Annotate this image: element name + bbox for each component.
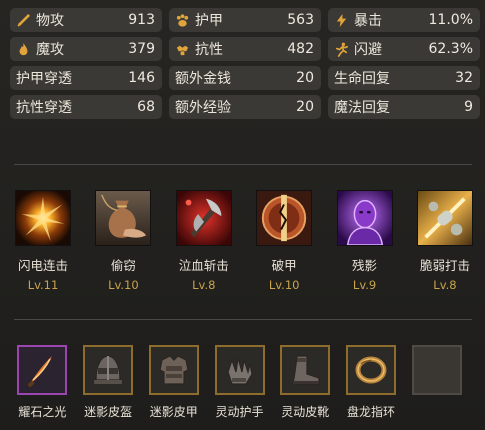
stat-mp-regen: 魔法回复 9 [328,95,480,119]
stat-label: 魔法回复 [334,100,390,116]
running-man-icon [335,42,348,57]
stat-value: 20 [296,99,314,115]
helmet-icon [94,355,123,384]
equipment-slot[interactable]: 灵动护手 [214,345,265,420]
ring-icon [355,356,387,384]
equipment-slot-empty[interactable] [411,345,462,420]
lightning-icon [336,13,347,27]
sword-icon [17,13,31,27]
equipment-slot[interactable]: 盘龙指环 [345,345,397,420]
stat-value: 146 [128,70,155,86]
stat-value: 913 [128,12,155,28]
skill-level: Lv.10 [108,278,139,292]
lightning-burst-icon [15,190,71,246]
paw-icon [176,13,189,27]
stat-value: 62.3% [428,41,473,57]
character-stats-panel: 物攻 913 护甲 563 暴击 11.0% 魔攻 379 抗性 482 闪避 … [0,0,485,430]
stat-label: 护甲 [195,13,223,29]
equipment-name: 灵动护手 [215,405,264,419]
skill-slot[interactable]: 脆弱打击 Lv.8 [416,190,474,292]
stat-label: 额外金钱 [175,71,231,87]
stat-value: 379 [128,41,155,57]
equipment-frame [17,345,68,395]
stat-armor-penetration: 护甲穿透 146 [10,66,162,90]
stat-physical-attack: 物攻 913 [10,8,162,32]
equipment-frame [148,345,199,395]
stat-resistance: 抗性 482 [169,37,321,61]
gauntlet-icon [226,357,253,385]
equipment-frame [280,345,331,395]
stat-label: 物攻 [36,13,64,29]
stat-magic-attack: 魔攻 379 [10,37,162,61]
glowing-blade-icon [27,356,53,388]
skill-slot[interactable]: 偷窃 Lv.10 [94,190,152,292]
shadow-figure-icon [336,190,393,246]
skill-level: Lv.10 [268,278,300,292]
skill-level: Lv.8 [192,278,216,292]
skill-name: 破甲 [271,258,297,273]
skill-name: 脆弱打击 [419,258,470,273]
stat-value: 68 [137,99,155,115]
equipment-name: 迷影皮甲 [149,405,198,419]
equipment-slot[interactable]: 迷影皮甲 [148,345,199,420]
equipment-name: 耀石之光 [18,405,67,419]
section-divider [14,319,472,320]
stat-value: 9 [464,99,473,115]
stat-label: 抗性穿透 [16,100,72,116]
stats-grid: 物攻 913 护甲 563 暴击 11.0% 魔攻 379 抗性 482 闪避 … [10,8,480,119]
stat-label: 生命回复 [334,71,390,87]
equipment-slot[interactable]: 耀石之光 [17,345,68,420]
skill-slot[interactable]: 残影 Lv.9 [336,190,394,292]
skill-name: 闪电连击 [17,258,68,273]
stat-extra-exp: 额外经验 20 [169,95,321,119]
equipment-row: 耀石之光 迷影皮盔 迷影皮甲 灵动护手 灵动皮靴 盘龙指环 [17,345,477,420]
equipment-frame [83,345,134,395]
empty-slot-icon [411,345,462,395]
leather-armor-icon [159,355,189,385]
skill-slot[interactable]: 闪电连击 Lv.11 [14,190,72,292]
stat-label: 闪避 [354,42,382,58]
stat-extra-gold: 额外金钱 20 [169,66,321,90]
boot-icon [292,355,320,385]
stat-label: 护甲穿透 [16,71,72,87]
skill-level: Lv.9 [352,278,377,292]
skill-name: 偷窃 [110,258,136,273]
stat-value: 32 [455,70,473,86]
bloody-axe-icon [175,190,232,246]
skills-row: 闪电连击 Lv.11 偷窃 Lv.10 泣血斩击 Lv.8 破甲 Lv.10 残… [14,190,474,292]
equipment-frame [214,345,265,395]
equipment-name: 盘龙指环 [346,405,395,419]
equipment-frame [345,345,396,395]
skill-level: Lv.11 [27,278,59,292]
stat-value: 563 [287,12,314,28]
equipment-slot[interactable]: 灵动皮靴 [280,345,331,420]
stat-critical: 暴击 11.0% [328,8,480,32]
stat-label: 抗性 [195,42,223,58]
stat-armor: 护甲 563 [169,8,321,32]
stat-hp-regen: 生命回复 32 [328,66,480,90]
skill-slot[interactable]: 破甲 Lv.10 [255,190,313,292]
skill-slot[interactable]: 泣血斩击 Lv.8 [175,190,233,292]
stat-value: 11.0% [428,12,473,28]
money-bag-icon [95,190,152,246]
equipment-name: 灵动皮靴 [281,405,330,419]
flame-icon [19,42,28,55]
bone-strike-icon [416,190,473,246]
stat-dodge: 闪避 62.3% [328,37,480,61]
stat-value: 482 [287,41,314,57]
equipment-name: 迷影皮盔 [84,405,133,419]
equipment-slot[interactable]: 迷影皮盔 [83,345,134,420]
stat-label: 额外经验 [175,100,231,116]
broken-shield-icon [256,190,313,246]
skill-level: Lv.8 [433,278,457,292]
skill-name: 泣血斩击 [178,258,229,273]
muscle-icon [176,45,189,55]
stat-label: 暴击 [354,13,382,29]
stat-resistance-penetration: 抗性穿透 68 [10,95,162,119]
skill-name: 残影 [352,258,378,273]
stat-value: 20 [296,70,314,86]
section-divider [14,164,472,165]
stat-label: 魔攻 [36,42,64,58]
